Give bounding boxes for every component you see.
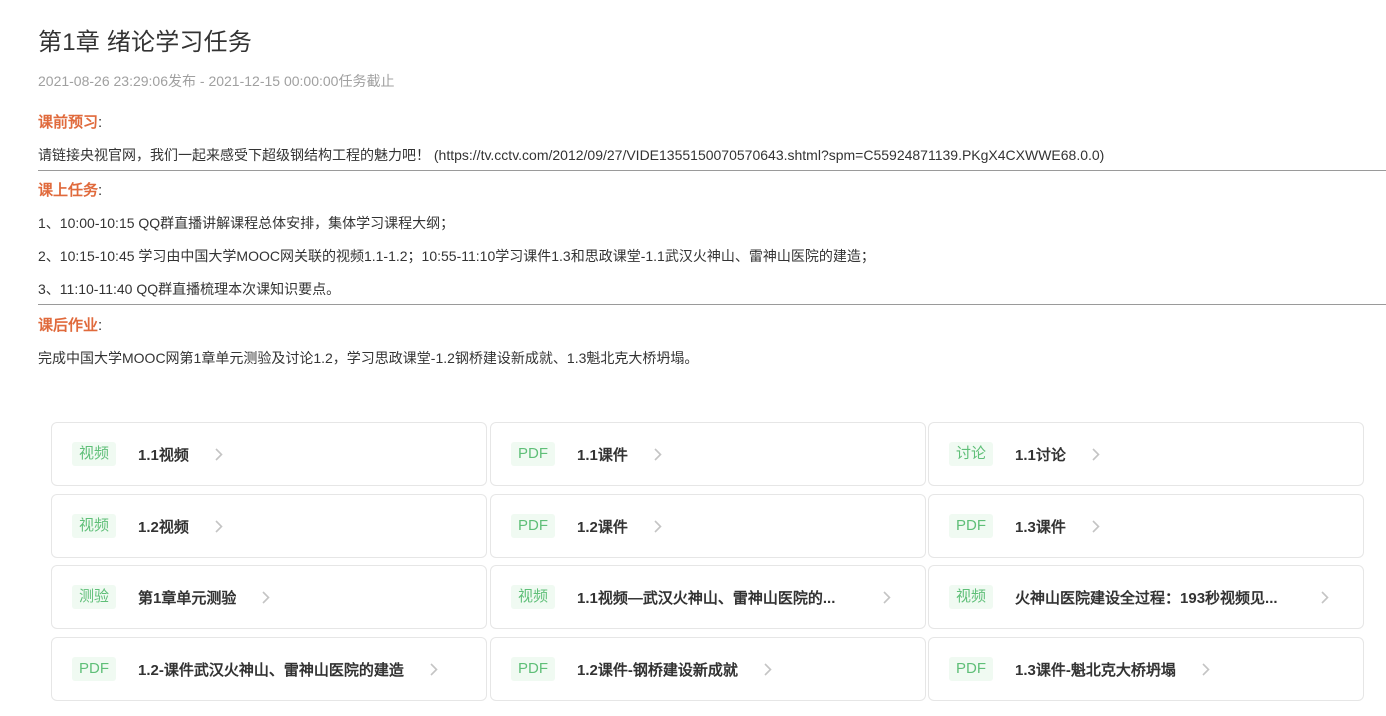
chevron-right-icon <box>1090 518 1102 534</box>
resource-card[interactable]: PDF 1.2课件-钢桥建设新成就 <box>490 637 926 701</box>
chevron-right-icon <box>213 446 225 462</box>
publish-meta: 2021-08-26 23:29:06发布 - 2021-12-15 00:00… <box>38 73 395 89</box>
resource-title: 火神山医院建设全过程：193秒视频见... <box>1015 589 1278 607</box>
homework-line: 完成中国大学MOOC网第1章单元测验及讨论1.2，学习思政课堂-1.2钢桥建设新… <box>38 350 699 366</box>
section-preview-heading: 课前预习: <box>38 114 103 131</box>
resource-type-badge: PDF <box>949 657 993 681</box>
chevron-right-icon <box>1200 661 1212 677</box>
resource-title: 1.1课件 <box>577 446 628 464</box>
chevron-right-icon <box>652 518 664 534</box>
inclass-line-1: 1、10:00-10:15 QQ群直播讲解课程总体安排，集体学习课程大纲； <box>38 215 455 231</box>
resource-title: 1.2-课件武汉火神山、雷神山医院的建造 <box>138 661 404 679</box>
chevron-right-icon <box>1319 589 1331 605</box>
resource-type-badge: PDF <box>949 514 993 538</box>
chevron-right-icon <box>1090 446 1102 462</box>
resource-title: 1.1视频 <box>138 446 189 464</box>
chevron-right-icon <box>652 446 664 462</box>
resource-title: 1.3课件-魁北克大桥坍塌 <box>1015 661 1176 679</box>
inclass-line-2: 2、10:15-10:45 学习由中国大学MOOC网关联的视频1.1-1.2；1… <box>38 248 875 264</box>
resource-card[interactable]: 测验 第1章单元测验 <box>51 565 487 629</box>
resource-title: 1.1讨论 <box>1015 446 1066 464</box>
resource-type-badge: PDF <box>72 657 116 681</box>
resource-card[interactable]: 视频 1.1视频—武汉火神山、雷神山医院的... <box>490 565 926 629</box>
resource-type-badge: PDF <box>511 442 555 466</box>
resource-card[interactable]: 视频 1.1视频 <box>51 422 487 486</box>
resource-card[interactable]: 讨论 1.1讨论 <box>928 422 1364 486</box>
resource-title: 1.2课件 <box>577 518 628 536</box>
resource-card[interactable]: PDF 1.2-课件武汉火神山、雷神山医院的建造 <box>51 637 487 701</box>
resource-title: 1.2视频 <box>138 518 189 536</box>
inclass-line-3: 3、11:10-11:40 QQ群直播梳理本次课知识要点。 <box>38 281 341 297</box>
resource-card[interactable]: PDF 1.2课件 <box>490 494 926 558</box>
page-title: 第1章 绪论学习任务 <box>38 29 253 56</box>
chevron-right-icon <box>260 589 272 605</box>
divider <box>38 170 1386 171</box>
chevron-right-icon <box>213 518 225 534</box>
chevron-right-icon <box>881 589 893 605</box>
chevron-right-icon <box>762 661 774 677</box>
resource-type-badge: 视频 <box>949 585 994 609</box>
resource-card[interactable]: PDF 1.3课件 <box>928 494 1364 558</box>
resource-type-badge: 视频 <box>511 585 556 609</box>
resource-type-badge: PDF <box>511 514 555 538</box>
resource-title: 1.2课件-钢桥建设新成就 <box>577 661 738 679</box>
resource-card[interactable]: PDF 1.1课件 <box>490 422 926 486</box>
resource-type-badge: 视频 <box>72 514 117 538</box>
resource-title: 1.3课件 <box>1015 518 1066 536</box>
resource-title: 1.1视频—武汉火神山、雷神山医院的... <box>577 589 836 607</box>
resource-type-badge: 视频 <box>72 442 117 466</box>
preview-line[interactable]: 请链接央视官网，我们一起来感受下超级钢结构工程的魅力吧！ (https://tv… <box>38 145 1104 165</box>
chevron-right-icon <box>428 661 440 677</box>
resource-type-badge: 讨论 <box>949 442 994 466</box>
section-inclass-heading: 课上任务: <box>38 182 103 199</box>
section-homework-heading: 课后作业: <box>38 317 103 334</box>
resource-card[interactable]: 视频 火神山医院建设全过程：193秒视频见... <box>928 565 1364 629</box>
divider <box>38 304 1386 305</box>
resource-title: 第1章单元测验 <box>138 589 237 607</box>
resource-card[interactable]: 视频 1.2视频 <box>51 494 487 558</box>
resource-type-badge: PDF <box>511 657 555 681</box>
resource-card[interactable]: PDF 1.3课件-魁北克大桥坍塌 <box>928 637 1364 701</box>
resource-type-badge: 测验 <box>72 585 117 609</box>
